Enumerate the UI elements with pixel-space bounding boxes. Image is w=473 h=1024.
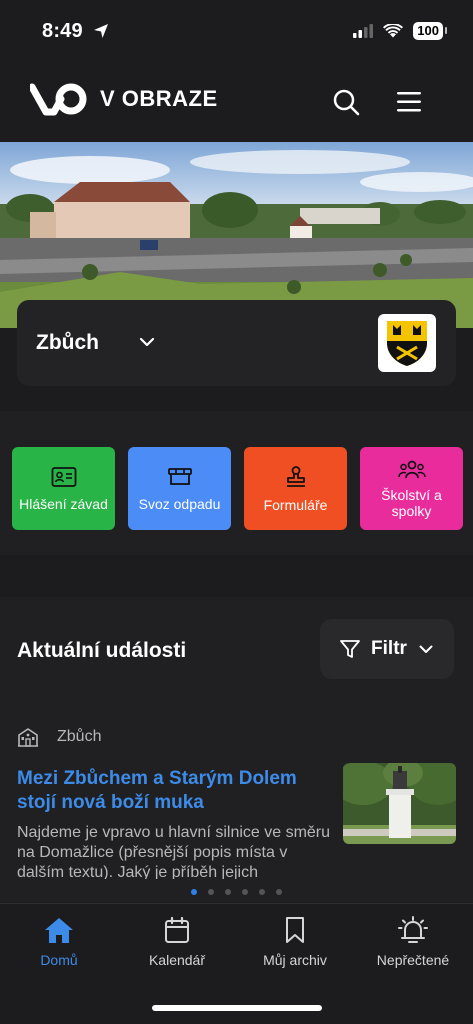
tile-skolstvi-a-spolky[interactable]: Školství a spolky	[360, 447, 463, 530]
tile-label: Školství a spolky	[381, 486, 442, 519]
article-category: Zbůch	[17, 727, 101, 747]
home-indicator[interactable]	[152, 1005, 322, 1011]
tab-label: Kalendář	[148, 952, 206, 968]
tab-unread[interactable]: Nepřečtené	[358, 916, 468, 968]
status-time: 8:49	[42, 20, 83, 42]
search-icon	[333, 89, 360, 116]
tile-label: Svoz odpadu	[138, 495, 221, 512]
municipality-selector[interactable]: Zbůch	[17, 300, 456, 386]
tab-home[interactable]: Domů	[4, 916, 114, 968]
wayside-shrine-image	[343, 763, 456, 844]
events-section: Aktuální události Filtr Zbůch Mezi Zbůch…	[0, 597, 473, 902]
article-title[interactable]: Mezi Zbůchem a Starým Dolem stojí nová b…	[17, 767, 337, 815]
id-card-icon	[51, 466, 76, 487]
coat-of-arms-icon	[378, 314, 436, 372]
filter-button[interactable]: Filtr	[320, 619, 454, 679]
section-title: Aktuální události	[17, 639, 187, 662]
pager-dot[interactable]	[259, 889, 265, 895]
pager-dot[interactable]	[191, 889, 197, 895]
tile-hlaseni-zavad[interactable]: Hlášení závad	[12, 447, 115, 530]
tab-my-archive[interactable]: Můj archiv	[240, 916, 350, 968]
brand-logo[interactable]: V OBRAZE	[30, 82, 218, 116]
battery-indicator: 100	[413, 22, 447, 40]
chevron-down-icon	[139, 337, 155, 347]
status-bar: 8:49 100	[0, 0, 473, 62]
pager-dot[interactable]	[208, 889, 214, 895]
search-button[interactable]	[328, 84, 364, 120]
location-arrow-icon	[94, 24, 108, 38]
app-header: V OBRAZE	[0, 62, 473, 142]
alarm-bell-icon	[398, 916, 428, 943]
tile-label: Formuláře	[263, 496, 328, 513]
tile-svoz-odpadu[interactable]: Svoz odpadu	[128, 447, 231, 530]
garbage-truck-icon	[167, 467, 192, 485]
municipality-name: Zbůch	[36, 331, 99, 354]
chevron-down-icon	[419, 645, 433, 653]
stamp-icon	[286, 465, 305, 487]
status-indicators: 100	[353, 22, 447, 40]
tab-calendar[interactable]: Kalendář	[122, 916, 232, 968]
tab-label: Domů	[40, 952, 78, 968]
menu-button[interactable]	[391, 84, 427, 120]
brand-name: V OBRAZE	[100, 86, 218, 111]
cellular-signal-icon	[353, 24, 374, 38]
town-hall-icon	[18, 728, 38, 747]
article-thumbnail[interactable]	[343, 763, 456, 844]
category-label: Zbůch	[57, 728, 102, 745]
bookmark-icon	[286, 917, 304, 943]
wifi-icon	[383, 24, 404, 38]
funnel-icon	[340, 640, 360, 658]
home-icon	[45, 918, 73, 943]
filter-label: Filtr	[371, 638, 407, 659]
pager-dot[interactable]	[242, 889, 248, 895]
article-excerpt: Najdeme je vpravo u hlavní silnice ve sm…	[17, 824, 331, 879]
people-group-icon	[397, 460, 426, 478]
carousel-pagination[interactable]	[0, 889, 473, 895]
hamburger-menu-icon	[397, 92, 421, 112]
pager-dot[interactable]	[276, 889, 282, 895]
calendar-icon	[165, 916, 189, 943]
pager-dot[interactable]	[225, 889, 231, 895]
vo-logo-icon	[30, 83, 87, 116]
tab-label: Můj archiv	[263, 952, 327, 968]
tab-label: Nepřečtené	[376, 952, 450, 968]
tile-label: Hlášení závad	[19, 495, 108, 512]
tile-formulare[interactable]: Formuláře	[244, 447, 347, 530]
quick-links-section: Hlášení závad Svoz odpadu Formuláře Škol…	[0, 411, 473, 555]
